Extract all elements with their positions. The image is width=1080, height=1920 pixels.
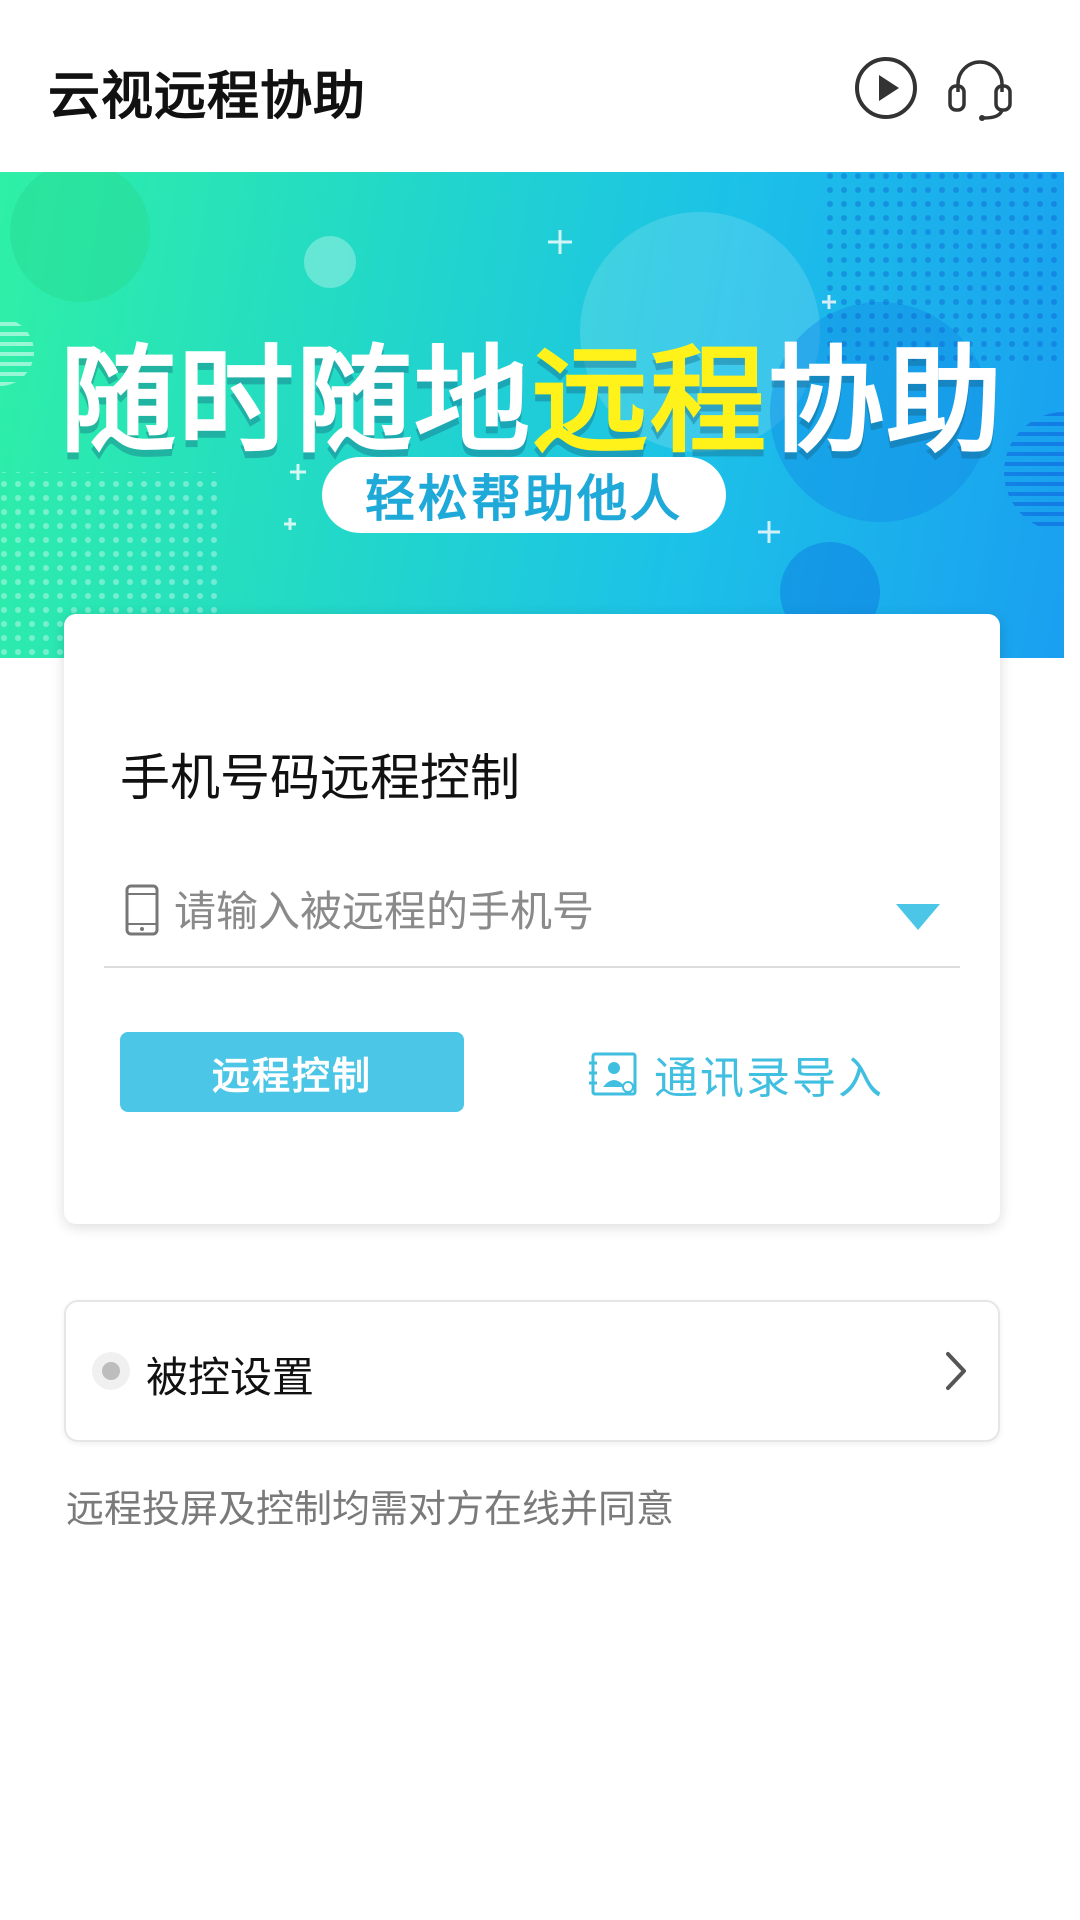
banner-title: 随时随地远程协助: [0, 307, 1064, 475]
banner-title-part2: 协助: [768, 334, 1004, 469]
contacts-import-label: 通讯录导入: [654, 1053, 884, 1104]
chevron-right-icon: [946, 1352, 966, 1390]
consent-notice: 远程投屏及控制均需对方在线并同意: [66, 1487, 675, 1531]
app-title: 云视远程协助: [48, 67, 367, 127]
play-circle-icon[interactable]: [850, 52, 922, 124]
banner-title-part1: 随时随地: [60, 334, 532, 469]
phone-input-row: [104, 864, 960, 968]
mobile-phone-icon: [125, 884, 159, 936]
contacts-import-link[interactable]: 通讯录导入: [588, 1034, 884, 1114]
headset-icon[interactable]: [944, 52, 1016, 124]
settings-label: 被控设置: [146, 1353, 315, 1402]
app-header: 云视远程协助: [0, 0, 1080, 172]
promo-banner: 随时随地远程协助 轻松帮助他人: [0, 172, 1064, 658]
card-title: 手机号码远程控制: [120, 749, 520, 807]
banner-title-highlight: 远程: [532, 334, 768, 469]
remote-control-button[interactable]: 远程控制: [120, 1032, 464, 1112]
contacts-book-icon: [589, 1052, 637, 1096]
controlled-settings-row[interactable]: 被控设置: [64, 1300, 1000, 1442]
banner-subtitle-pill: 轻松帮助他人: [322, 457, 726, 533]
status-dot-icon: [92, 1352, 130, 1390]
banner-subtitle: 轻松帮助他人: [365, 470, 683, 528]
app-root: 云视远程协助 随时随地远程协助 轻松帮助他人 手机号码远程控制 请输入被远程的手…: [0, 0, 1080, 1920]
phone-control-card: 手机号码远程控制 远程控制 通: [64, 614, 1000, 1224]
phone-number-input[interactable]: [172, 874, 876, 948]
dropdown-triangle-icon[interactable]: [894, 900, 942, 932]
